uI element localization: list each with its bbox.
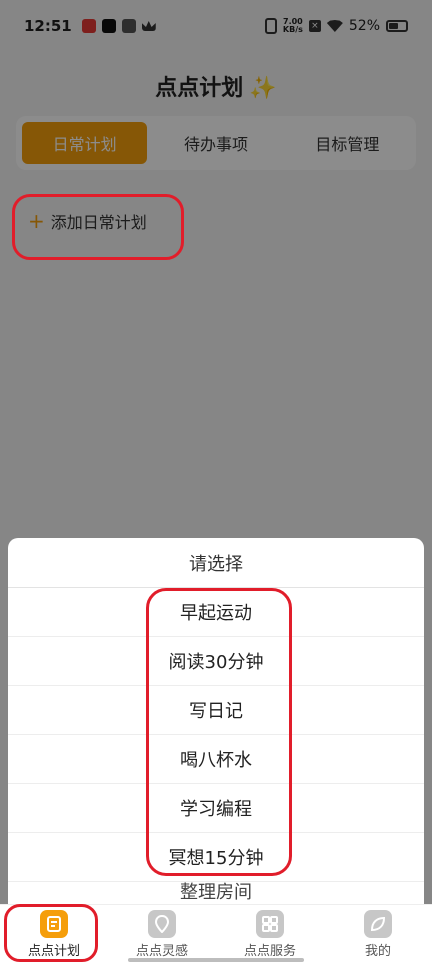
selection-sheet: 请选择 早起运动 阅读30分钟 写日记 喝八杯水 学习编程 冥想15分钟 整理房…	[8, 538, 424, 906]
leaf-icon	[364, 910, 392, 938]
sheet-option-water[interactable]: 喝八杯水	[8, 735, 424, 784]
nav-label-services: 点点服务	[243, 944, 296, 959]
sheet-option-wake-exercise[interactable]: 早起运动	[8, 588, 424, 637]
grid-icon	[256, 910, 284, 938]
sheet-option-diary[interactable]: 写日记	[8, 686, 424, 735]
sheet-title: 请选择	[8, 538, 424, 588]
sheet-option-partial[interactable]: 整理房间	[8, 882, 424, 905]
home-indicator	[128, 958, 304, 962]
bottom-nav: 点点计划 点点灵感 点点服务 我的	[0, 904, 432, 964]
nav-item-plan[interactable]: 点点计划	[0, 910, 108, 959]
nav-item-inspiration[interactable]: 点点灵感	[108, 910, 216, 959]
document-icon	[40, 910, 68, 938]
nav-label-inspiration: 点点灵感	[135, 944, 188, 959]
nav-label-plan: 点点计划	[27, 944, 80, 959]
nav-item-profile[interactable]: 我的	[324, 910, 432, 959]
sheet-option-meditate[interactable]: 冥想15分钟	[8, 833, 424, 882]
location-pin-icon	[148, 910, 176, 938]
nav-label-profile: 我的	[364, 944, 391, 959]
sheet-option-read[interactable]: 阅读30分钟	[8, 637, 424, 686]
nav-item-services[interactable]: 点点服务	[216, 910, 324, 959]
sheet-option-coding[interactable]: 学习编程	[8, 784, 424, 833]
